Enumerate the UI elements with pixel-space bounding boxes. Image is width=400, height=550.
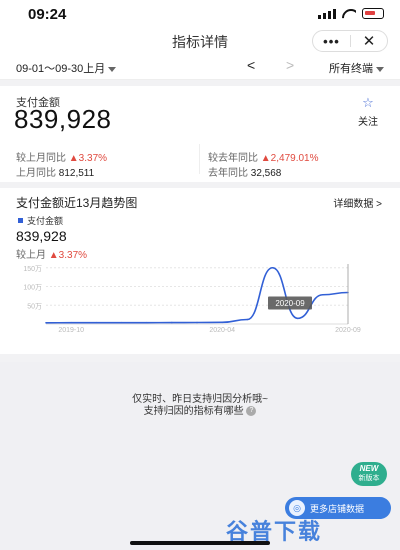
new-badge-title: NEW — [359, 464, 379, 473]
status-bar: 09:24 — [0, 0, 400, 28]
mom-base: 上月同比 812,511 — [16, 164, 94, 179]
trend-value: 839,928 — [16, 228, 67, 244]
yoy-change: ▲2,479.01% — [260, 153, 319, 164]
more-stores-label: 更多店铺数据 — [310, 503, 365, 514]
x-tick-label: 2020-04 — [209, 327, 235, 334]
wifi-icon — [342, 9, 356, 19]
x-tick-label: 2019-10 — [58, 327, 84, 334]
data-point — [70, 321, 72, 324]
next-period-button[interactable]: > — [286, 57, 294, 73]
date-range-label: 09-01～09-30上月 — [16, 63, 106, 75]
data-point — [120, 321, 123, 324]
nav-bar: 指标详情 ••• ✕ — [0, 28, 400, 54]
data-point — [145, 321, 148, 324]
trend-comparison: 较上月 ▲3.37% — [16, 246, 87, 261]
help-icon: ? — [246, 406, 257, 417]
x-tick-label: 2020-09 — [335, 327, 361, 334]
chevron-down-icon — [108, 66, 117, 72]
data-point — [171, 321, 173, 324]
terminal-selector[interactable]: 所有终端 — [329, 60, 384, 76]
prev-period-button[interactable]: < — [247, 57, 255, 73]
chevron-down-icon — [376, 66, 384, 72]
mom-label: 较上月同比 — [16, 153, 66, 164]
data-point — [246, 318, 249, 321]
terminal-label: 所有终端 — [329, 63, 373, 75]
yoy-base: 去年同比 32,568 — [208, 164, 281, 179]
attribution-line2: 支持归因的指标有哪些 — [143, 406, 244, 417]
yoy-comparison: 较去年同比 ▲2,479.01% — [208, 149, 319, 164]
data-point — [271, 266, 274, 269]
trend-chart[interactable]: 50万 100万 150万 2019-10 2020-04 2020-09 2020-09 — [0, 260, 400, 354]
mom-base-label: 上月同比 — [16, 168, 56, 179]
new-version-badge[interactable]: NEW 新版本 — [351, 462, 387, 486]
trend-card: 支付金额近13月趋势图 详细数据 > 支付金额 839,928 较上月 ▲3.3… — [0, 188, 400, 354]
data-point — [296, 317, 299, 320]
more-menu-button[interactable]: ••• — [313, 34, 350, 49]
home-indicator — [130, 541, 270, 545]
battery-icon — [362, 8, 384, 19]
y-tick-label: 50万 — [27, 302, 42, 310]
y-tick-label: 150万 — [23, 265, 42, 273]
star-icon: ☆ — [362, 95, 374, 110]
filter-bar: 09-01～09-30上月 < > 所有终端 — [0, 54, 400, 80]
status-icons — [318, 8, 384, 19]
follow-button[interactable]: ☆ 关注 — [354, 95, 382, 129]
mom-comparison: 较上月同比 ▲3.37% — [16, 149, 107, 164]
data-point — [322, 293, 324, 296]
mini-program-capsule: ••• ✕ — [312, 30, 388, 52]
status-time: 09:24 — [28, 6, 67, 23]
signal-icon — [318, 8, 336, 19]
new-badge-subtitle: 新版本 — [358, 475, 380, 482]
attribution-help-link[interactable]: 支持归因的指标有哪些 ? — [0, 406, 400, 418]
date-range-selector[interactable]: 09-01～09-30上月 — [16, 60, 117, 76]
data-point — [95, 321, 98, 324]
y-tick-label: 100万 — [23, 284, 42, 292]
legend-label: 支付金额 — [27, 216, 64, 226]
data-point — [196, 321, 198, 324]
follow-label: 关注 — [358, 117, 378, 128]
attribution-info: 仅实时、昨日支持归因分析哦~ 支持归因的指标有哪些 ? — [0, 394, 400, 418]
metric-card: 支付金额 839,928 ☆ 关注 较上月同比 ▲3.37% 上月同比 812,… — [0, 86, 400, 182]
mom-change: ▲3.37% — [68, 153, 108, 164]
yoy-base-value: 32,568 — [250, 168, 282, 179]
chart-legend: 支付金额 — [18, 214, 63, 227]
divider — [199, 144, 200, 174]
mom-base-value: 812,511 — [58, 168, 95, 179]
attribution-line1: 仅实时、昨日支持归因分析哦~ — [132, 394, 268, 405]
trend-title: 支付金额近13月趋势图 — [16, 196, 138, 210]
tooltip-label: 2020-09 — [275, 299, 305, 308]
yoy-base-label: 去年同比 — [208, 168, 248, 179]
bottom-area — [0, 362, 400, 550]
detail-data-link[interactable]: 详细数据 > — [333, 195, 382, 210]
yoy-label: 较去年同比 — [208, 153, 258, 164]
metric-value: 839,928 — [14, 104, 112, 134]
data-point — [45, 321, 47, 324]
series-line — [45, 266, 349, 324]
legend-swatch — [18, 218, 23, 223]
data-point — [221, 321, 223, 324]
close-button[interactable]: ✕ — [351, 32, 387, 50]
